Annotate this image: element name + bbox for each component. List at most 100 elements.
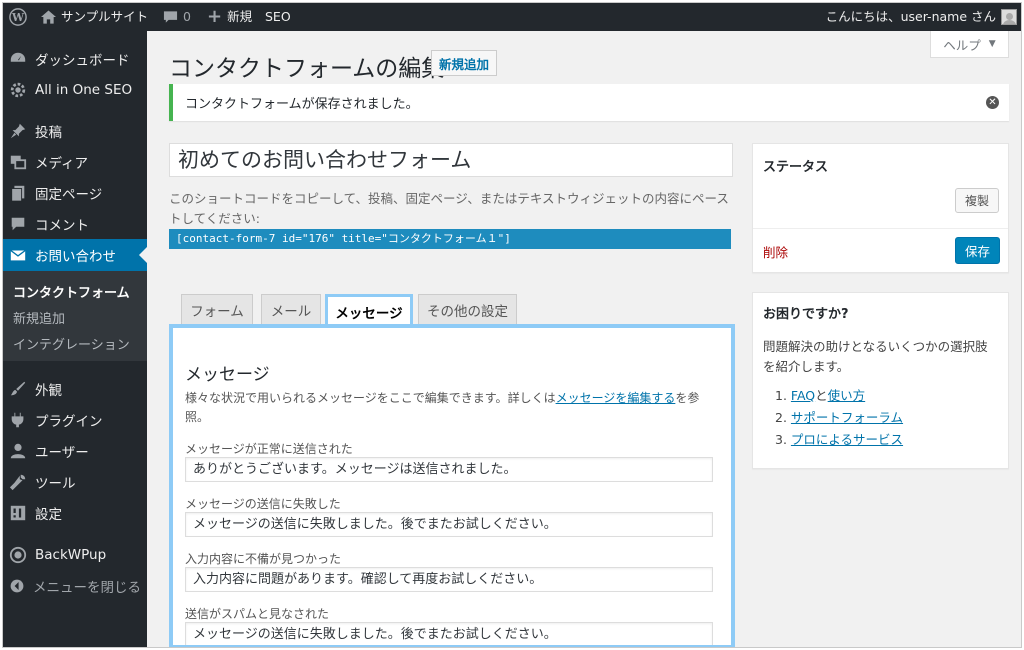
sidebar-item-label: 投稿 [35, 125, 62, 141]
sidebar-item-plugins[interactable]: プラグイン [3, 404, 147, 436]
sidebar-item-label: BackWPup [35, 547, 107, 563]
help-tab-label: ヘルプ [943, 37, 981, 53]
docs-link[interactable]: 使い方 [828, 388, 866, 403]
browser-frame: W サンプルサイト 0 + 新規 SEO こんにちは、user-name さん … [2, 2, 1022, 648]
sidebar-item-label: All in One SEO [35, 82, 133, 98]
media-icon [10, 155, 27, 170]
submenu-item-integration[interactable]: インテグレーション [13, 334, 130, 353]
pushpin-icon [10, 123, 26, 139]
support-forum-link[interactable]: サポートフォーラム [791, 410, 903, 425]
tab-messages[interactable]: メッセージ [325, 294, 413, 327]
status-title: ステータス [763, 160, 829, 175]
edit-messages-link[interactable]: メッセージを編集する [556, 391, 676, 405]
new-label: 新規 [227, 9, 253, 24]
message-input[interactable]: ありがとうございます。メッセージは送信されました。 [185, 457, 713, 482]
svg-text:W: W [11, 11, 25, 24]
plugin-icon [11, 412, 24, 428]
divider [753, 228, 1008, 229]
messages-heading: メッセージ [185, 365, 270, 385]
list-item: 3. プロによるサービス [775, 429, 903, 451]
form-title-input[interactable]: 初めてのお問い合わせフォーム [169, 143, 733, 177]
sidebar-item-users[interactable]: ユーザー [3, 435, 147, 467]
comment-icon [11, 217, 25, 231]
delete-link[interactable]: 削除 [763, 242, 788, 261]
triangle-down-icon: ▼ [988, 39, 996, 49]
desc-text: 様々な状況で用いられるメッセージをここで編集できます。詳しくは [185, 391, 556, 405]
collapse-menu-button[interactable]: メニューを閉じる [3, 570, 147, 602]
backwpup-icon [9, 546, 27, 564]
envelope-icon [10, 249, 26, 261]
close-icon[interactable]: ✕ [986, 96, 999, 109]
tab-form[interactable]: フォーム [181, 294, 253, 325]
sidebar-item-backwpup[interactable]: BackWPup [3, 539, 147, 571]
message-input[interactable]: メッセージの送信に失敗しました。後でまたお試しください。 [185, 622, 713, 645]
shortcode-field[interactable]: [contact-form-7 id="176" title="コンタクトフォー… [169, 229, 731, 249]
dashboard-icon [10, 52, 26, 62]
plus-icon: + [207, 6, 223, 27]
admin-sidebar: ダッシュボード All in One SEO 投稿 メディア 固定ページ コメン… [3, 31, 147, 647]
tab-additional-settings[interactable]: その他の設定 [418, 294, 517, 325]
help-box-text: 問題解決の助けとなるいくつかの選択肢を紹介します。 [763, 339, 988, 374]
page-title: コンタクトフォームの編集 [169, 56, 445, 82]
sidebar-item-posts[interactable]: 投稿 [3, 115, 147, 147]
sidebar-item-contact[interactable]: お問い合わせ [3, 239, 147, 271]
list-connector: と [815, 388, 828, 403]
message-input[interactable]: メッセージの送信に失敗しました。後でまたお試しください。 [185, 512, 713, 537]
home-icon [41, 10, 56, 24]
sidebar-item-label: お問い合わせ [35, 249, 116, 265]
list-number: 2. [775, 410, 787, 425]
submenu-item-contact-forms[interactable]: コンタクトフォーム [13, 282, 130, 301]
faq-link[interactable]: FAQ [791, 388, 815, 403]
sidebar-item-dashboard[interactable]: ダッシュボード [3, 43, 147, 75]
professional-services-link[interactable]: プロによるサービス [791, 432, 903, 447]
sidebar-item-all-in-one-seo[interactable]: All in One SEO [3, 74, 147, 106]
sidebar-item-label: コメント [35, 218, 89, 234]
shortcode-description: このショートコードをコピーして、投稿、固定ページ、またはテキストウィジェットの内… [169, 191, 729, 226]
sidebar-item-label: 固定ページ [35, 187, 103, 203]
settings-icon [10, 505, 26, 521]
paintbrush-icon [10, 381, 26, 396]
seo-label: SEO [265, 9, 291, 24]
sidebar-item-label: プラグイン [35, 414, 103, 430]
site-name: サンプルサイト [61, 9, 149, 24]
help-box: お困りですか? 問題解決の助けとなるいくつかの選択肢を紹介します。 1. FAQ… [752, 292, 1009, 469]
submenu-item-add-new[interactable]: 新規追加 [13, 308, 65, 327]
notice-text: コンタクトフォームが保存されました。 [185, 97, 419, 112]
sidebar-item-pages[interactable]: 固定ページ [3, 177, 147, 209]
duplicate-button[interactable]: 複製 [955, 188, 999, 213]
seo-link[interactable]: SEO [265, 3, 291, 31]
sidebar-item-appearance[interactable]: 外観 [3, 373, 147, 405]
message-label: 送信がスパムと見なされた [185, 607, 330, 621]
save-button[interactable]: 保存 [955, 237, 1000, 264]
main-content: ヘルプ ▼ コンタクトフォームの編集 新規追加 コンタクトフォームが保存されまし… [147, 31, 1021, 647]
comments-link[interactable]: 0 [163, 3, 191, 31]
collapse-menu-label: メニューを閉じる [33, 580, 141, 596]
list-number: 3. [775, 432, 787, 447]
messages-description: 様々な状況で用いられるメッセージをここで編集できます。詳しくはメッセージを編集す… [185, 389, 715, 427]
wordpress-logo-icon[interactable]: W [9, 3, 27, 31]
user-account-link[interactable]: こんにちは、user-name さん [826, 3, 1017, 31]
status-box: ステータス 複製 削除 保存 [752, 143, 1009, 273]
comment-bubble-icon [163, 11, 178, 23]
success-notice: コンタクトフォームが保存されました。 ✕ [169, 84, 1009, 121]
gear-icon [10, 82, 26, 98]
tab-mail[interactable]: メール [261, 294, 321, 325]
message-label: メッセージの送信に失敗した [185, 497, 341, 511]
contact-submenu: コンタクトフォーム 新規追加 インテグレーション [3, 271, 147, 361]
greeting-text: こんにちは、user-name さん [825, 9, 996, 24]
list-item: 1. FAQと使い方 [775, 385, 903, 407]
sidebar-item-label: 外観 [35, 383, 62, 399]
add-new-button[interactable]: 新規追加 [431, 50, 498, 76]
help-tab-button[interactable]: ヘルプ ▼ [930, 31, 1009, 58]
sidebar-item-label: ダッシュボード [35, 53, 130, 69]
new-content-link[interactable]: + 新規 [207, 3, 252, 31]
sidebar-item-settings[interactable]: 設定 [3, 497, 147, 529]
site-name-link[interactable]: サンプルサイト [41, 3, 148, 31]
comments-count: 0 [183, 9, 191, 24]
sidebar-item-media[interactable]: メディア [3, 146, 147, 178]
sidebar-item-comments[interactable]: コメント [3, 208, 147, 240]
sidebar-item-label: 設定 [35, 507, 62, 523]
message-input[interactable]: 入力内容に問題があります。確認して再度お試しください。 [185, 567, 713, 592]
list-number: 1. [775, 388, 787, 403]
sidebar-item-tools[interactable]: ツール [3, 466, 147, 498]
